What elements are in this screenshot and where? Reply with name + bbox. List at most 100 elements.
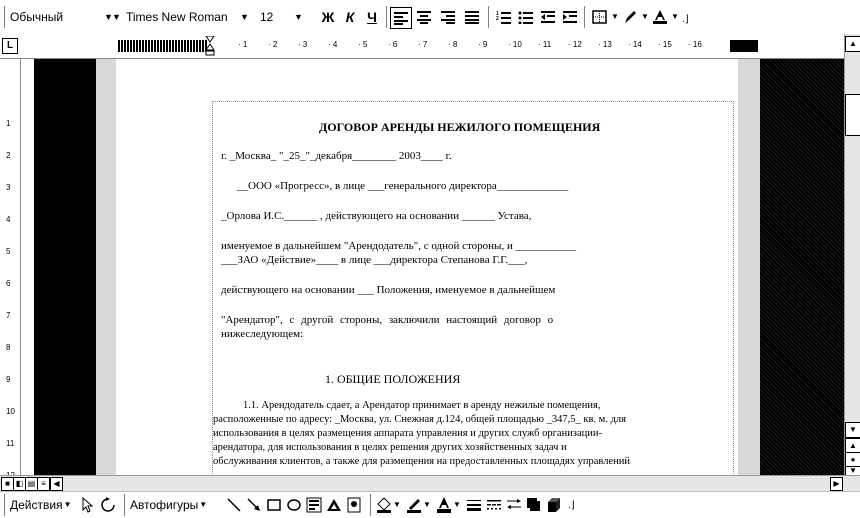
wordart-icon[interactable] [326, 496, 342, 514]
bold-button[interactable]: Ж [318, 7, 338, 27]
oval-icon[interactable] [286, 496, 302, 514]
font-combo[interactable]: ▼ Times New Roman [112, 8, 232, 26]
free-rotate-icon[interactable] [100, 496, 116, 514]
document-line: _Орлова И.С.______ , действующего на осн… [221, 210, 532, 222]
font-size-value: 12 [260, 10, 274, 24]
ruler-number: · 3 [298, 40, 308, 49]
ruler-number: · 9 [478, 40, 488, 49]
align-right-icon[interactable] [438, 7, 458, 27]
paragraph-line: обслуживания клиентов, а также для разме… [213, 456, 630, 467]
select-objects-icon[interactable] [80, 496, 96, 514]
borders-icon[interactable] [590, 7, 610, 27]
separator [488, 6, 489, 28]
ruler-number: · 16 [688, 40, 702, 49]
page-gutter-left [96, 59, 116, 475]
style-combo[interactable]: Обычный ▼ [10, 8, 118, 26]
line-style-icon[interactable] [466, 496, 482, 514]
align-center-icon[interactable] [414, 7, 434, 27]
chevron-down-icon[interactable]: ▼ [641, 12, 649, 21]
right-margin-area [760, 59, 844, 475]
bulleted-list-icon[interactable] [516, 7, 536, 27]
chevron-down-icon: ▼ [63, 500, 72, 509]
chevron-down-icon: ▼ [112, 12, 121, 22]
vertical-ruler-number: 7 [6, 311, 11, 320]
italic-button[interactable]: К [340, 7, 360, 27]
line-icon[interactable] [226, 496, 242, 514]
shadow-icon[interactable] [526, 496, 542, 514]
scroll-down-icon[interactable]: ▼ [845, 422, 860, 438]
tab-selector-icon[interactable]: L [2, 38, 18, 54]
chevron-down-icon: ▼ [294, 12, 303, 22]
arrow-icon[interactable] [246, 496, 262, 514]
dash-style-icon[interactable] [486, 496, 502, 514]
outline-view-icon[interactable]: ≡ [37, 477, 50, 491]
arrow-style-icon[interactable] [506, 496, 522, 514]
underline-label: Ч [367, 9, 377, 25]
vertical-ruler-number: 1 [6, 119, 11, 128]
font-size-combo[interactable]: ▼ 12 ▼ [240, 8, 303, 26]
scroll-thumb[interactable] [845, 94, 860, 136]
vertical-ruler-number: 2 [6, 151, 11, 160]
toolbar-more-icon[interactable]: .⌋ [682, 14, 689, 25]
indent-marker-icon[interactable] [205, 36, 215, 56]
vertical-ruler-number: 10 [6, 407, 15, 416]
decrease-indent-icon[interactable] [538, 7, 558, 27]
text-box-icon[interactable] [306, 496, 322, 514]
chevron-down-icon: ▼ [423, 500, 431, 509]
underline-button[interactable]: Ч [362, 7, 382, 27]
document-line: нижеследующем: [221, 328, 304, 340]
ruler-number: · 14 [628, 40, 642, 49]
font-color-icon[interactable] [650, 7, 670, 27]
scroll-left-icon[interactable]: ◀ [50, 477, 63, 491]
ruler-number: · 7 [418, 40, 428, 49]
vertical-ruler-number: 6 [6, 279, 11, 288]
increase-indent-icon[interactable] [560, 7, 580, 27]
highlight-icon[interactable] [620, 7, 640, 27]
ruler-number: · 2 [268, 40, 278, 49]
horizontal-ruler[interactable]: L · 1 · 2 · 3 · 4 · 5 · 6 · 7 · 8 · 9 · 10 · 11 · 1… [0, 34, 860, 59]
clip-art-icon[interactable] [346, 496, 362, 514]
separator [370, 494, 371, 516]
separator [584, 6, 585, 28]
actions-label: Действия [10, 498, 63, 512]
chevron-down-icon[interactable]: ▼ [671, 12, 679, 21]
3d-icon[interactable] [546, 496, 562, 514]
document-page[interactable]: ДОГОВОР АРЕНДЫ НЕЖИЛОГО ПОМЕЩЕНИЯ г. _Мо… [212, 101, 734, 476]
rectangle-icon[interactable] [266, 496, 282, 514]
ruler-number: · 8 [448, 40, 458, 49]
numbered-list-icon[interactable]: 12 [494, 7, 514, 27]
vertical-ruler[interactable]: 123456789101112 [0, 59, 21, 480]
chevron-down-icon: ▼ [393, 500, 401, 509]
ruler-number: · 13 [598, 40, 612, 49]
autoshapes-menu-button[interactable]: Автофигуры ▼ [130, 496, 207, 514]
vertical-ruler-number: 11 [6, 439, 15, 448]
autoshapes-label: Автофигуры [130, 498, 199, 512]
scroll-up-icon[interactable]: ▲ [845, 36, 860, 52]
style-value: Обычный [10, 10, 64, 24]
line-color-icon[interactable]: ▼ [406, 496, 431, 514]
font-color-draw-icon[interactable]: ▼ [436, 496, 461, 514]
bold-label: Ж [321, 9, 335, 25]
section-heading: 1. ОБЩИЕ ПОЛОЖЕНИЯ [325, 372, 461, 386]
chevron-down-icon[interactable]: ▼ [611, 12, 619, 21]
ruler-number: · 4 [328, 40, 338, 49]
toolbar-more-icon[interactable]: .⌋ [568, 500, 575, 511]
ruler-number: · 6 [388, 40, 398, 49]
ruler-number: · 15 [658, 40, 672, 49]
ruler-number: · 1 [238, 40, 248, 49]
formatting-toolbar: Обычный ▼ ▼ Times New Roman ▼ 12 ▼ Ж К Ч… [0, 0, 860, 35]
chevron-down-icon: ▼ [240, 12, 249, 22]
fill-color-icon[interactable]: ▼ [376, 496, 401, 514]
horizontal-scrollbar[interactable]: ■ ◧ ▤ ≡ ◀ ▶ [0, 475, 860, 492]
align-left-icon[interactable] [390, 7, 412, 29]
ruler-number: · 10 [508, 40, 522, 49]
separator [124, 494, 125, 516]
vertical-ruler-number: 5 [6, 247, 11, 256]
justify-icon[interactable] [462, 7, 482, 27]
vertical-scrollbar[interactable]: ▲ ▼ ▲ ● ▼ [844, 34, 860, 476]
font-value: Times New Roman [126, 10, 228, 24]
actions-menu-button[interactable]: Действия ▼ [10, 496, 72, 514]
scroll-right-icon[interactable]: ▶ [830, 477, 843, 491]
ruler-number: · 5 [358, 40, 368, 49]
document-line: действующего на основании ___ Положения,… [221, 284, 556, 296]
